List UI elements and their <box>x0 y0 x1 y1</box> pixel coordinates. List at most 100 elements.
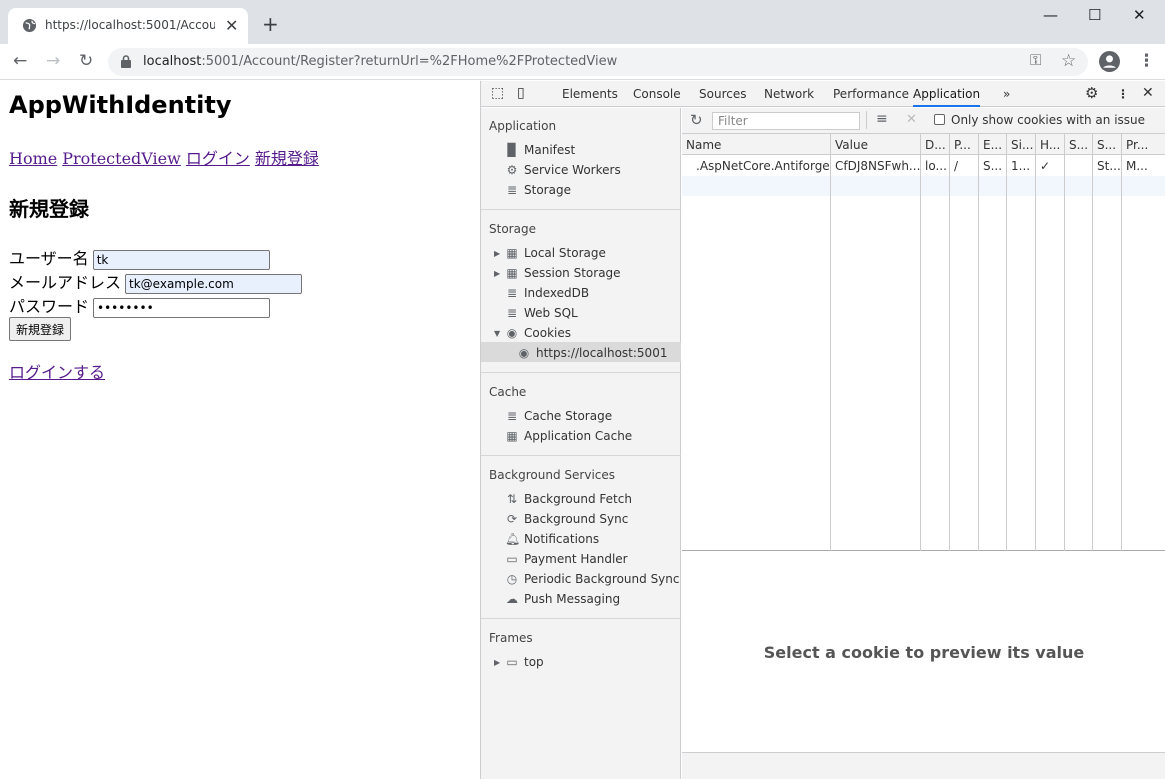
sidebar-item-background-fetch[interactable]: ⇅ Background Fetch <box>505 492 632 506</box>
email-input[interactable] <box>125 273 303 294</box>
close-window-icon[interactable]: ✕ <box>1133 6 1146 24</box>
column-header[interactable]: Name <box>682 134 831 155</box>
device-toolbar-icon[interactable]: ▯ <box>517 85 525 101</box>
sidebar-item-application-cache[interactable]: ▦ Application Cache <box>505 429 632 443</box>
column-header[interactable]: S... <box>1065 134 1093 155</box>
table-cell[interactable]: M... <box>1122 156 1165 176</box>
application-sidebar: Application ▉ Manifest ⚙ Service Workers ≣… <box>481 108 681 779</box>
sidebar-item-frame-top[interactable]: ▭ top <box>505 655 543 669</box>
expand-arrow-icon[interactable]: ▶ <box>494 269 500 278</box>
settings-gear-icon[interactable]: ⚙ <box>1085 84 1098 102</box>
section-storage: Storage <box>489 222 536 236</box>
sidebar-item-notifications[interactable]: 🔔︎ Notifications <box>505 532 599 546</box>
sidebar-item-periodic-background-sync[interactable]: ◷ Periodic Background Sync <box>505 572 680 586</box>
sidebar-item-service-workers[interactable]: ⚙ Service Workers <box>505 163 621 177</box>
minimize-icon[interactable]: — <box>1043 6 1058 24</box>
more-tabs-icon[interactable]: » <box>1003 87 1010 101</box>
column-header[interactable]: Value <box>831 134 921 155</box>
profile-avatar-icon[interactable] <box>1099 51 1120 72</box>
table-cell[interactable] <box>1065 156 1093 176</box>
database-icon: ≣ <box>506 183 518 197</box>
divider <box>481 209 681 210</box>
nav-link-protectedview[interactable]: ProtectedView <box>62 149 181 168</box>
expand-arrow-icon[interactable]: ▶ <box>494 658 500 667</box>
tab-network[interactable]: Network <box>764 87 814 101</box>
maximize-icon[interactable]: ☐ <box>1088 6 1101 24</box>
table-cell[interactable]: St... <box>1093 156 1122 176</box>
section-application: Application <box>489 119 557 133</box>
star-icon[interactable]: ☆ <box>1061 51 1076 71</box>
column-divider <box>978 155 979 551</box>
close-tab-icon[interactable]: ✕ <box>225 16 238 35</box>
column-header[interactable]: Pr... <box>1122 134 1165 155</box>
sidebar-item-local-storage[interactable]: ▦ Local Storage <box>505 246 606 260</box>
inspect-element-icon[interactable]: ⬚ <box>491 85 504 101</box>
table-cell[interactable]: CfDJ8NSFwh... <box>831 156 921 176</box>
cookies-view: ↻ Filter ≡ ✕ Only show cookies with an i… <box>682 108 1165 779</box>
tab-console[interactable]: Console <box>633 87 681 101</box>
up-down-arrows-icon: ⇅ <box>506 492 518 506</box>
table-cell[interactable]: 1... <box>1007 156 1036 176</box>
sidebar-item-session-storage[interactable]: ▦ Session Storage <box>505 266 620 280</box>
column-header[interactable]: Si... <box>1007 134 1036 155</box>
menu-icon[interactable]: ⋮ <box>1138 51 1155 71</box>
column-header[interactable]: P... <box>950 134 979 155</box>
tab-application[interactable]: Application <box>913 87 981 107</box>
delete-selected-icon[interactable]: ✕ <box>906 112 917 127</box>
expand-arrow-icon[interactable]: ▶ <box>494 249 500 258</box>
browser-chrome: https://localhost:5001/Account/R ✕ + — ☐… <box>0 0 1165 80</box>
nav-link-login[interactable]: ログイン <box>186 149 250 168</box>
address-bar[interactable]: localhost:5001/Account/Register?returnUr… <box>108 48 1088 76</box>
sidebar-item-storage-overview[interactable]: ≣ Storage <box>505 183 571 197</box>
only-issues-checkbox[interactable] <box>934 114 945 125</box>
grid-icon: ▦ <box>506 246 518 260</box>
reload-icon[interactable]: ↻ <box>79 51 93 71</box>
username-input[interactable] <box>92 249 270 270</box>
clear-filtered-cookies-icon[interactable]: ≡ <box>876 111 888 127</box>
sidebar-item-indexeddb[interactable]: ≣ IndexedDB <box>505 286 589 300</box>
table-cell[interactable]: / <box>950 156 979 176</box>
tab-sources[interactable]: Sources <box>699 87 746 101</box>
column-header[interactable]: S... <box>1093 134 1122 155</box>
sidebar-item-cookie-origin[interactable]: ◉ https://localhost:5001 <box>517 346 668 360</box>
nav-link-home[interactable]: Home <box>9 149 57 168</box>
section-background-services: Background Services <box>489 468 616 482</box>
table-cell[interactable]: .AspNetCore.Antiforge... <box>682 156 831 176</box>
password-input[interactable] <box>93 297 271 318</box>
tab-performance[interactable]: Performance <box>833 87 909 101</box>
sidebar-item-web-sql[interactable]: ≣ Web SQL <box>505 306 578 320</box>
column-divider <box>830 155 831 551</box>
email-row: メールアドレス <box>9 269 303 294</box>
sidebar-item-cache-storage[interactable]: ≣ Cache Storage <box>505 409 612 423</box>
table-cell[interactable]: S... <box>979 156 1007 176</box>
sidebar-item-background-sync[interactable]: ⟳ Background Sync <box>505 512 628 526</box>
key-icon[interactable]: ⚿ <box>1030 51 1041 69</box>
column-divider <box>1092 155 1093 551</box>
table-cell[interactable]: lo... <box>921 156 950 176</box>
login-link[interactable]: ログインする <box>9 359 105 383</box>
register-button[interactable]: 新規登録 <box>9 317 72 341</box>
window-frame-icon: ▭ <box>506 655 518 669</box>
devtools-menu-icon[interactable]: ⋮ <box>1117 87 1129 101</box>
column-header[interactable]: E... <box>979 134 1007 155</box>
collapse-arrow-icon[interactable]: ▼ <box>494 329 500 338</box>
tab-elements[interactable]: Elements <box>562 87 618 101</box>
sidebar-item-cookies[interactable]: ◉ Cookies <box>505 326 571 340</box>
column-header[interactable]: H... <box>1036 134 1065 155</box>
refresh-icon[interactable]: ↻ <box>690 111 703 129</box>
lock-icon <box>121 55 131 68</box>
sidebar-item-payment-handler[interactable]: ▭ Payment Handler <box>505 552 627 566</box>
grid-icon: ▦ <box>506 429 518 443</box>
database-icon: ≣ <box>506 409 518 423</box>
filter-input[interactable]: Filter <box>712 112 860 130</box>
forward-icon[interactable]: → <box>46 51 60 71</box>
table-cell[interactable]: ✓ <box>1036 156 1065 176</box>
new-tab-icon[interactable]: + <box>262 12 279 36</box>
nav-link-register[interactable]: 新規登録 <box>255 149 319 168</box>
close-devtools-icon[interactable]: ✕ <box>1142 85 1154 101</box>
sidebar-item-manifest[interactable]: ▉ Manifest <box>505 143 575 157</box>
column-header[interactable]: D... <box>921 134 950 155</box>
back-icon[interactable]: ← <box>13 51 27 71</box>
browser-tab[interactable]: https://localhost:5001/Account/R ✕ <box>8 8 248 44</box>
sidebar-item-push-messaging[interactable]: ☁ Push Messaging <box>505 592 620 606</box>
